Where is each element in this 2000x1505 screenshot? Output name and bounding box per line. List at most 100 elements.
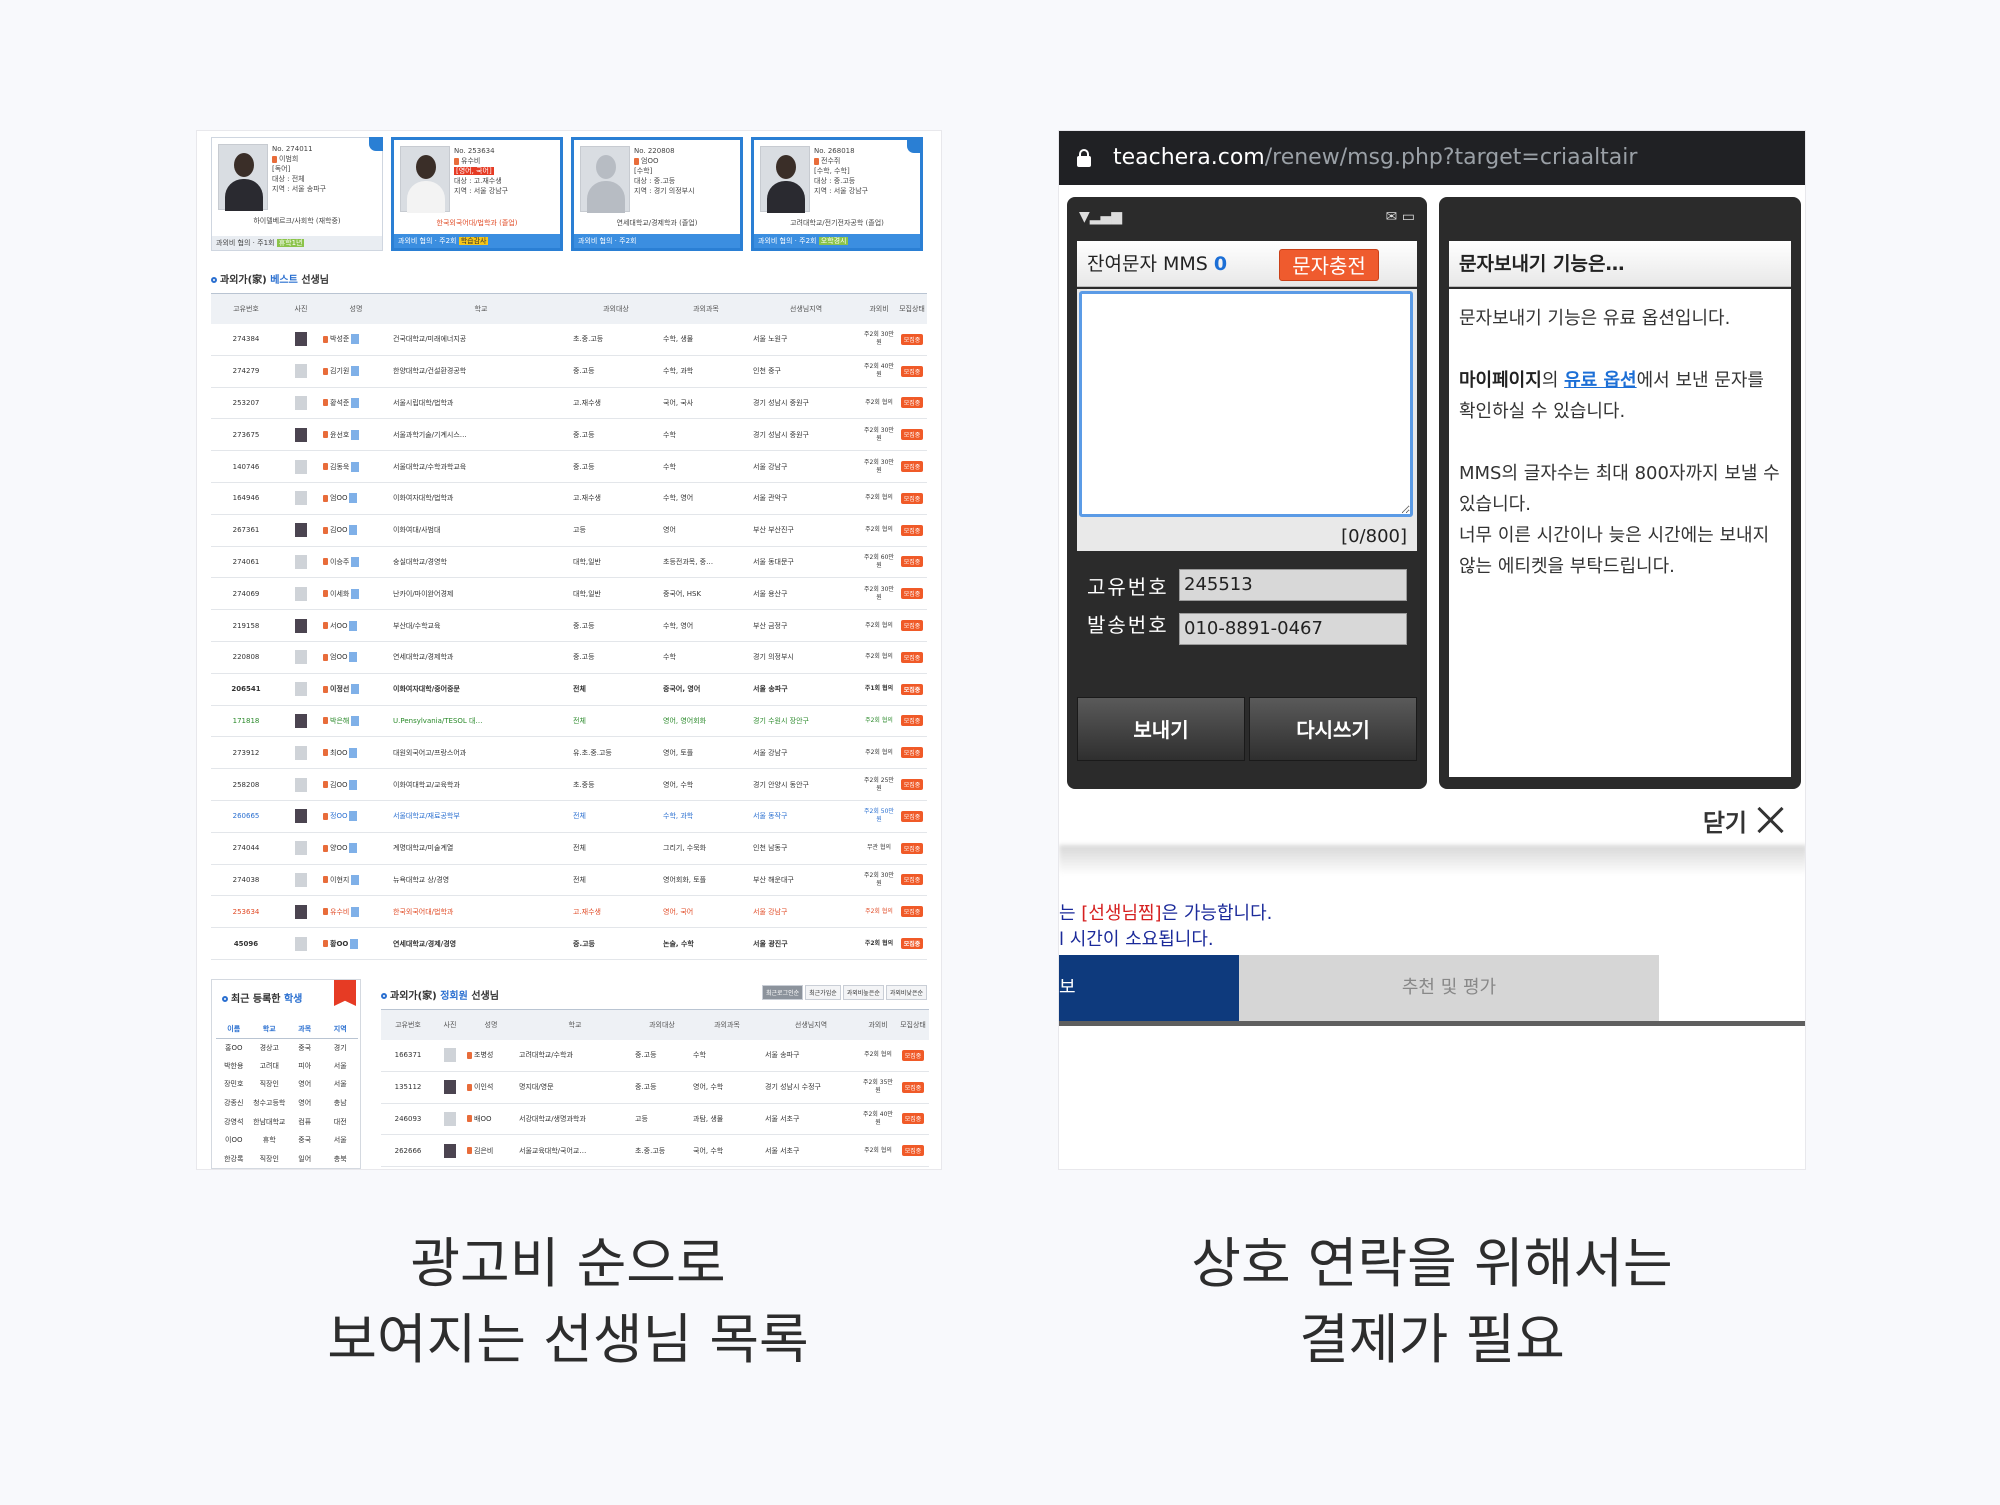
teacher-card[interactable]: No. 220808 엄OO [수학] 대상 : 중.고등 지역 : 경기 의정… <box>571 137 743 251</box>
table-row[interactable]: 45096 황OO 연세대학교/경제/경영 중.고등 논술, 수학 서울 광진구 주2회 협… <box>211 927 927 960</box>
teacher-name[interactable]: 이인석 <box>474 1083 493 1091</box>
table-row[interactable]: 274279 김기원 한양대학교/건설환경공학 중.고등 수학, 과학 인천 중구 주2회 … <box>211 355 927 388</box>
teacher-name[interactable]: 이정선 <box>330 685 349 693</box>
teacher-name[interactable]: 서OO <box>330 622 347 630</box>
teacher-thumbnail[interactable] <box>295 395 307 410</box>
teacher-name[interactable]: 김기원 <box>330 367 349 375</box>
charge-button[interactable]: 문자충전 <box>1279 249 1379 281</box>
teacher-name[interactable]: 엄OO <box>330 494 347 502</box>
id-field[interactable]: 245513 <box>1179 569 1407 601</box>
table-row[interactable]: 206541 이정선 이화여자대학/중어중문 전체 중국어, 영어 서울 송파구 주1회 협… <box>211 673 927 706</box>
teacher-thumbnail[interactable] <box>295 904 307 919</box>
tab-active[interactable]: 보 <box>1059 955 1239 1021</box>
rewrite-button[interactable]: 다시쓰기 <box>1249 697 1417 761</box>
teacher-name[interactable]: 이현지 <box>330 876 349 884</box>
close-icon[interactable] <box>1755 805 1785 835</box>
sort-button[interactable]: 과외비높은순 <box>842 985 884 1000</box>
table-row[interactable]: 166371 조병성 고려대학교/수학과 중.고등 수학 서울 송파구 주2회 협의 모집중 <box>381 1039 929 1072</box>
teacher-name[interactable]: 최OO <box>330 749 347 757</box>
sort-button[interactable]: 최근가입순 <box>805 985 841 1000</box>
teacher-name[interactable]: 김은비 <box>474 1147 493 1155</box>
table-row[interactable]: 273675 윤선호 서울과학기술/기계시스… 중.고등 수학 경기 성남시 중원구 주2회… <box>211 418 927 452</box>
table-row[interactable]: 강영석 한남대학교 컴퓨 대전 <box>216 1112 358 1131</box>
table-row[interactable]: 219158 서OO 부산대/수학교육 중.고등 수학, 영어 부산 금정구 주2회 협의 모… <box>211 609 927 642</box>
table-row[interactable]: 274044 양OO 계명대학교/미술계열 전체 그리기, 수묵화 인천 남동구 무관 협의… <box>211 832 927 865</box>
table-row[interactable]: 274038 이현지 뉴욕대학교 상/경영 전체 영어회화, 토플 부산 해운대구 주2회 … <box>211 864 927 897</box>
message-textarea[interactable] <box>1079 291 1413 517</box>
teacher-thumbnail[interactable] <box>444 1143 456 1158</box>
teacher-thumbnail[interactable] <box>444 1048 456 1063</box>
teacher-thumbnail[interactable] <box>295 936 307 951</box>
teacher-thumbnail[interactable] <box>295 427 307 442</box>
teacher-name[interactable]: 정OO <box>330 812 347 820</box>
send-button[interactable]: 보내기 <box>1077 697 1245 761</box>
teacher-thumbnail[interactable] <box>295 491 307 506</box>
browser-url-bar[interactable]: teachera.com/renew/msg.php?target=criaal… <box>1059 131 1805 185</box>
teacher-thumbnail[interactable] <box>295 364 307 379</box>
teacher-thumbnail[interactable] <box>295 523 307 538</box>
teacher-name[interactable]: 황OO <box>330 940 348 948</box>
teacher-thumbnail[interactable] <box>295 872 307 887</box>
table-row[interactable]: 140746 김동욱 서울대학교/수학과학교육 중.고등 수학 서울 강남구 주2회 30만… <box>211 450 927 483</box>
teacher-thumbnail[interactable] <box>295 777 307 792</box>
teacher-card[interactable]: No. 274011 이범희 [독어] 대상 : 전체 지역 : 서울 송파구 … <box>211 137 383 251</box>
teacher-thumbnail[interactable] <box>444 1111 456 1126</box>
table-row[interactable]: 274069 이세화 난카이/마이완어경제 대학,일반 중국어, HSK 서울 용산구 주2… <box>211 577 927 611</box>
sort-button[interactable]: 최근로그인순 <box>762 985 804 1000</box>
teacher-name[interactable]: 박은해 <box>330 717 349 725</box>
table-row[interactable]: 267361 김OO 이화여대/사범대 고등 영어 부산 부산진구 주2회 협의 모집중 <box>211 514 927 547</box>
teacher-name[interactable]: 김OO <box>330 781 347 789</box>
teacher-thumbnail[interactable] <box>295 618 307 633</box>
table-row[interactable]: 274061 이승주 숭실대학교/경영학 대학,일반 초등전과목, 중… 서울 동대문구 주… <box>211 546 927 579</box>
teacher-name[interactable]: 김동욱 <box>330 463 349 471</box>
table-row[interactable]: 장민호 직장인 영어 서울 <box>216 1075 358 1094</box>
teacher-thumbnail[interactable] <box>295 713 307 728</box>
teacher-thumbnail[interactable] <box>295 809 307 824</box>
table-row[interactable]: 171818 박은해 U.Pensylvania/TESOL 대… 전체 영어, 영어회… <box>211 705 927 738</box>
table-row[interactable]: 262666 김은비 서울교육대학/국어교… 초.중.고등 국어, 수학 서울 서초구 주2… <box>381 1134 929 1168</box>
teacher-card[interactable]: No. 268018 전수쥐 [수학, 수학] 대상 : 중.고등 지역 : 서… <box>751 137 923 251</box>
teacher-name[interactable]: 윤선호 <box>330 431 349 439</box>
table-row[interactable]: 273912 최OO 대원외국어고/프랑스어과 유.초.중.고등 영어, 토플 서울 강남… <box>211 736 927 770</box>
teacher-name[interactable]: 이승주 <box>330 558 349 566</box>
close-button[interactable]: 닫기 <box>1703 803 1747 838</box>
teacher-name[interactable]: 배OO <box>474 1115 491 1123</box>
teacher-thumbnail[interactable] <box>295 650 307 665</box>
table-row[interactable]: 274384 박성준 건국대학교/미래에너지공 초.중.고등 수학, 생물 서울 노원구 주… <box>211 323 927 356</box>
teacher-name[interactable]: 박성준 <box>330 335 349 343</box>
table-row[interactable]: 164946 엄OO 이화여자대학/법학과 고.재수생 수학, 영어 서울 관악구 주2회 … <box>211 482 927 515</box>
teacher-name[interactable]: 양OO <box>330 844 347 852</box>
teacher-thumbnail[interactable] <box>295 745 307 760</box>
tab-reviews[interactable]: 추천 및 평가 <box>1239 955 1659 1021</box>
teacher-thumbnail[interactable] <box>295 332 307 347</box>
sender-number-field[interactable]: 010-8891-0467 <box>1179 613 1407 645</box>
teacher-thumbnail[interactable] <box>444 1080 456 1095</box>
table-row[interactable]: 홍OO 경상고 중국 경기 <box>216 1038 358 1057</box>
teacher-name[interactable]: 엄OO <box>330 653 347 661</box>
cell-subject: 영어 <box>661 514 751 547</box>
table-row[interactable]: 박한용 고려대 피아 서울 <box>216 1057 358 1076</box>
table-row[interactable]: 135112 이인석 명지대/영문 중.고등 영어, 수학 경기 성남시 수정구 주2회 3… <box>381 1071 929 1104</box>
teacher-name[interactable]: 김OO <box>330 526 347 534</box>
table-row[interactable]: 246093 배OO 서강대학교/생명과학과 고등 과탐, 생물 서울 서초구 주2회 40… <box>381 1103 929 1136</box>
table-row[interactable]: 한강록 직장인 일어 충북 <box>216 1150 358 1169</box>
teacher-thumbnail[interactable] <box>295 841 307 856</box>
teacher-name[interactable]: 유수비 <box>330 908 349 916</box>
teacher-name[interactable]: 황석준 <box>330 399 349 407</box>
teacher-thumbnail[interactable] <box>295 554 307 569</box>
sort-button[interactable]: 과외비낮은순 <box>885 985 927 1000</box>
teacher-name[interactable]: 이세화 <box>330 590 349 598</box>
teacher-thumbnail[interactable] <box>295 459 307 474</box>
paid-option-link[interactable]: 유료 옵션 <box>1564 370 1637 391</box>
table-row[interactable]: 253207 황석준 서울시립대학/법학과 고.재수생 국어, 국사 경기 성남시 중원구… <box>211 387 927 420</box>
teacher-card[interactable]: No. 253634 유수비 [영어, 국어] 대상 : 고.재수생 지역 : … <box>391 137 563 251</box>
table-row[interactable]: 220808 엄OO 연세대학교/경제학과 중.고등 수학 경기 의정부시 주2회 협의 모집… <box>211 641 927 674</box>
table-row[interactable]: 강종신 청수고등학 영어 충남 <box>216 1094 358 1113</box>
table-row[interactable]: 258208 김OO 이화여대학교/교육학과 초.중등 영어, 수학 경기 안양시 동안구… <box>211 768 927 801</box>
table-row[interactable]: 260665 정OO 서울대학교/재료공학부 전체 수학, 과학 서울 동작구 주2회 50… <box>211 800 927 833</box>
table-row[interactable]: 이OO 휴학 중국 서울 <box>216 1131 358 1150</box>
teacher-name[interactable]: 조병성 <box>474 1051 493 1059</box>
table-row[interactable]: 253634 유수비 한국외국어대/법학과 고.재수생 영어, 국어 서울 강남구 주2회 … <box>211 895 927 929</box>
teacher-thumbnail[interactable] <box>295 682 307 697</box>
teacher-thumbnail[interactable] <box>295 586 307 601</box>
